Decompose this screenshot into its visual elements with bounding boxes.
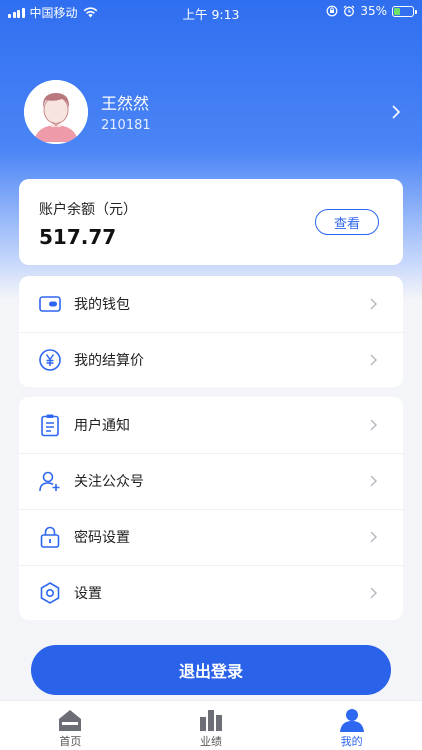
menu-group-account: 用户通知 关注公众号 密码设置 设置 [19, 397, 403, 620]
wallet-icon [39, 296, 61, 312]
menu-label: 用户通知 [74, 418, 130, 434]
battery-percent: 35% [360, 4, 387, 18]
chevron-right-icon [370, 354, 377, 366]
buildings-icon [200, 710, 222, 731]
menu-label: 我的结算价 [74, 353, 144, 369]
tab-performance[interactable]: 业绩 [141, 701, 282, 750]
clipboard-icon [41, 414, 59, 437]
view-balance-button[interactable]: 查看 [315, 209, 379, 235]
user-id: 210181 [101, 118, 151, 133]
tab-label: 首页 [59, 735, 82, 748]
menu-item-settlement-price[interactable]: 我的结算价 [19, 332, 403, 388]
lock-icon [40, 526, 60, 548]
hexagon-settings-icon [40, 582, 60, 604]
menu-label: 关注公众号 [74, 474, 144, 490]
person-icon [339, 709, 364, 732]
user-name: 王然然 [101, 94, 150, 113]
menu-item-password[interactable]: 密码设置 [19, 509, 403, 565]
menu-item-wallet[interactable]: 我的钱包 [19, 276, 403, 332]
user-add-icon [39, 471, 60, 492]
menu-label: 密码设置 [74, 530, 130, 546]
rotation-lock-icon [326, 5, 338, 17]
menu-label: 设置 [74, 586, 102, 602]
menu-label: 我的钱包 [74, 297, 130, 313]
home-icon [59, 710, 82, 731]
avatar-icon [24, 80, 88, 144]
chevron-right-icon[interactable] [388, 102, 404, 122]
tab-label: 业绩 [200, 735, 222, 748]
chevron-right-icon [370, 531, 377, 543]
chevron-right-icon [370, 587, 377, 599]
profile-header[interactable]: 王然然 210181 [24, 80, 404, 144]
alarm-icon [343, 5, 355, 17]
tab-home[interactable]: 首页 [0, 701, 141, 750]
status-bar: 中国移动 上午 9:13 35% [0, 0, 422, 22]
tab-label: 我的 [340, 735, 363, 748]
yen-icon [39, 349, 61, 371]
tab-bar: 首页 业绩 我的 [0, 700, 422, 750]
avatar [24, 80, 88, 144]
chevron-right-icon [370, 419, 377, 431]
balance-value: 517.77 [39, 225, 117, 249]
battery-icon [392, 5, 417, 17]
chevron-right-icon [370, 475, 377, 487]
logout-button[interactable]: 退出登录 [31, 645, 391, 695]
balance-title: 账户余额（元） [39, 202, 137, 218]
menu-item-notifications[interactable]: 用户通知 [19, 397, 403, 453]
menu-item-follow-account[interactable]: 关注公众号 [19, 453, 403, 509]
chevron-right-icon [370, 298, 377, 310]
balance-card: 账户余额（元） 517.77 查看 [19, 179, 403, 265]
menu-item-settings[interactable]: 设置 [19, 565, 403, 621]
menu-group-finance: 我的钱包 我的结算价 [19, 276, 403, 387]
tab-mine[interactable]: 我的 [281, 701, 422, 750]
